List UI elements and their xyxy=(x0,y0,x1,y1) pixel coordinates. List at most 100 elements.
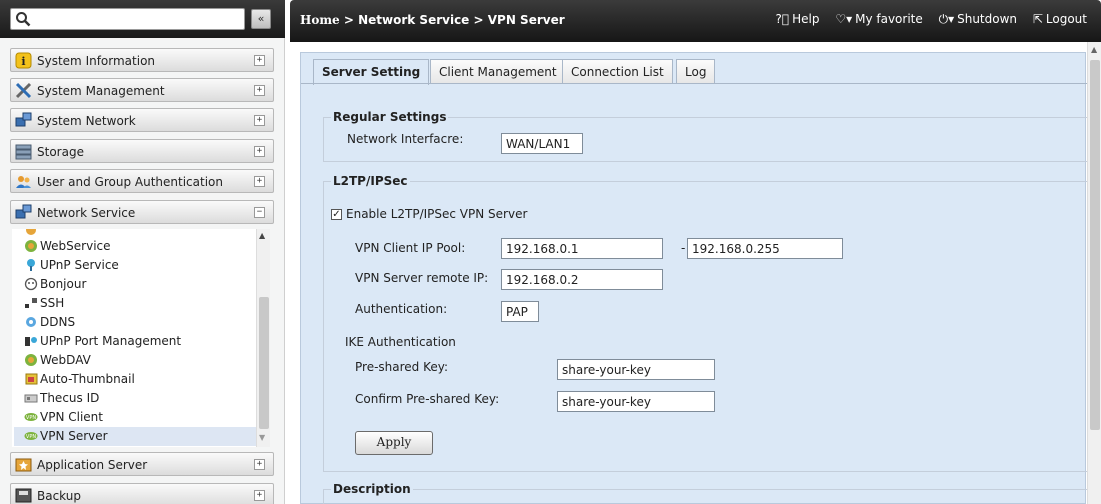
list-item-label: Auto-Thumbnail xyxy=(40,372,135,386)
tab-divider xyxy=(301,83,1087,84)
webservice-icon xyxy=(25,240,37,252)
apply-button[interactable]: Apply xyxy=(355,431,433,455)
section-border xyxy=(323,471,1087,472)
main-scrollbar[interactable]: ▲ xyxy=(1087,42,1101,504)
shutdown-label: Shutdown xyxy=(957,12,1018,26)
authentication-label: Authentication: xyxy=(355,302,448,316)
scroll-up-icon[interactable]: ▲ xyxy=(1091,45,1097,54)
list-item-ddns[interactable]: DDNS xyxy=(14,313,258,332)
list-item-label: DDNS xyxy=(40,315,76,329)
collapse-sidebar-button[interactable]: « xyxy=(251,9,271,29)
top-actions: ?⃝ Help ♡▾ My favorite ⏻▾ Shutdown ⇱ Logout xyxy=(764,12,1087,27)
list-item-bonjour[interactable]: Bonjour xyxy=(14,275,258,294)
list-item-vpn-client[interactable]: VPN VPN Client xyxy=(14,408,258,427)
thumbnail-icon xyxy=(25,373,38,385)
enable-l2tp-label: Enable L2TP/IPSec VPN Server xyxy=(346,207,528,221)
description-section: Description xyxy=(323,482,1087,496)
section-border xyxy=(323,181,324,471)
enable-l2tp-checkbox[interactable]: ✓ xyxy=(331,209,342,220)
tab-connection-list[interactable]: Connection List xyxy=(562,59,673,84)
list-item-upnp-port-management[interactable]: UPnP Port Management xyxy=(14,332,258,351)
section-title: L2TP/IPSec xyxy=(331,174,410,188)
list-item-auto-thumbnail[interactable]: Auto-Thumbnail xyxy=(14,370,258,389)
list-item-label: UPnP Port Management xyxy=(40,334,182,348)
tools-icon xyxy=(15,82,32,99)
scroll-thumb[interactable] xyxy=(1090,60,1100,430)
list-item-label: Thecus ID xyxy=(40,391,100,405)
list-item-webservice[interactable]: WebService xyxy=(14,237,258,256)
help-button[interactable]: ?⃝ Help xyxy=(776,12,820,26)
authentication-select[interactable]: PAP xyxy=(501,301,539,322)
shutdown-button[interactable]: ⏻▾ Shutdown xyxy=(939,12,1017,27)
l2tp-section: L2TP/IPSec xyxy=(323,174,1087,188)
scroll-thumb[interactable] xyxy=(259,297,269,429)
sidebar-group-application-server[interactable]: Application Server + xyxy=(10,452,274,476)
search-bar: « xyxy=(0,0,285,38)
vpn-icon: VPN xyxy=(24,432,38,440)
vpn-icon: VPN xyxy=(24,413,38,421)
help-label: Help xyxy=(792,12,820,26)
sidebar: « i System Information + System Manageme… xyxy=(0,0,285,504)
sidebar-group-user-auth[interactable]: User and Group Authentication + xyxy=(10,169,274,193)
top-bar: Home > Network Service > VPN Server ?⃝ He… xyxy=(290,0,1101,42)
expand-icon[interactable]: + xyxy=(254,55,265,66)
list-item-thecus-id[interactable]: Thecus ID xyxy=(14,389,258,408)
tab-log[interactable]: Log xyxy=(676,59,716,84)
upnp-port-icon xyxy=(25,337,37,346)
sidebar-group-system-information[interactable]: i System Information + xyxy=(10,48,274,72)
scroll-up-icon[interactable]: ▲ xyxy=(259,231,265,240)
list-item-webdav[interactable]: WebDAV xyxy=(14,351,258,370)
expand-icon[interactable]: + xyxy=(254,176,265,187)
sidebar-list-scrollbar[interactable]: ▲ ▼ xyxy=(256,229,270,447)
remote-ip-input[interactable]: 192.168.0.2 xyxy=(501,269,663,290)
list-item-label: Bonjour xyxy=(40,277,87,291)
logout-button[interactable]: ⇱ Logout xyxy=(1033,12,1087,26)
breadcrumb-section[interactable]: Network Service xyxy=(358,13,469,27)
expand-icon[interactable]: + xyxy=(254,490,265,501)
search-input[interactable] xyxy=(35,11,240,27)
network-service-list: WebService UPnP Service Bonjour SSH DDNS… xyxy=(12,229,260,447)
search-box[interactable] xyxy=(10,8,245,30)
sidebar-group-label: Application Server xyxy=(37,458,148,472)
favorite-label: My favorite xyxy=(855,12,923,26)
breadcrumb-separator: > xyxy=(339,13,359,27)
expand-icon[interactable]: + xyxy=(254,459,265,470)
logout-icon: ⇱ xyxy=(1032,12,1043,26)
list-item-ssh[interactable]: SSH xyxy=(14,294,258,313)
sidebar-group-system-management[interactable]: System Management + xyxy=(10,78,274,102)
expand-icon[interactable]: + xyxy=(254,115,265,126)
list-item-upnp-service[interactable]: UPnP Service xyxy=(14,256,258,275)
scroll-down-icon[interactable]: ▼ xyxy=(259,433,265,442)
sidebar-group-storage[interactable]: Storage + xyxy=(10,139,274,163)
webdav-icon xyxy=(25,354,37,366)
help-icon: ?⃝ xyxy=(775,12,790,26)
list-item-label: UPnP Service xyxy=(40,258,119,272)
ip-pool-start-input[interactable]: 192.168.0.1 xyxy=(501,238,663,259)
breadcrumb-home[interactable]: Home xyxy=(300,13,340,27)
sidebar-group-backup[interactable]: Backup + xyxy=(10,483,274,504)
list-item-label: VPN Client xyxy=(40,410,103,424)
tab-client-management[interactable]: Client Management xyxy=(430,59,566,84)
svg-text:i: i xyxy=(21,55,25,68)
collapse-icon[interactable]: − xyxy=(254,207,265,218)
power-icon: ⏻▾ xyxy=(938,12,955,26)
expand-icon[interactable]: + xyxy=(254,85,265,96)
psk-confirm-input[interactable]: share-your-key xyxy=(557,391,715,412)
sidebar-group-network-service[interactable]: Network Service − xyxy=(10,200,274,224)
sidebar-group-label: System Network xyxy=(37,114,136,128)
ip-pool-end-input[interactable]: 192.168.0.255 xyxy=(687,238,843,259)
list-item-vpn-server[interactable]: VPN VPN Server xyxy=(14,427,258,446)
tab-server-setting[interactable]: Server Setting xyxy=(313,59,430,85)
upnp-icon xyxy=(27,259,35,271)
expand-icon[interactable]: + xyxy=(254,146,265,157)
favorite-button[interactable]: ♡▾ My favorite xyxy=(835,12,922,26)
network-interface-select[interactable]: WAN/LAN1 xyxy=(501,133,583,154)
sidebar-group-system-network[interactable]: System Network + xyxy=(10,108,274,132)
regular-settings-section: Regular Settings xyxy=(323,110,1087,124)
main-content: Server Setting Client Management Connect… xyxy=(290,42,1090,504)
psk-confirm-label: Confirm Pre-shared Key: xyxy=(355,392,500,406)
psk-input[interactable]: share-your-key xyxy=(557,359,715,380)
svg-text:VPN: VPN xyxy=(26,415,36,421)
breadcrumb-page: VPN Server xyxy=(487,13,565,27)
psk-label: Pre-shared Key: xyxy=(355,360,449,374)
